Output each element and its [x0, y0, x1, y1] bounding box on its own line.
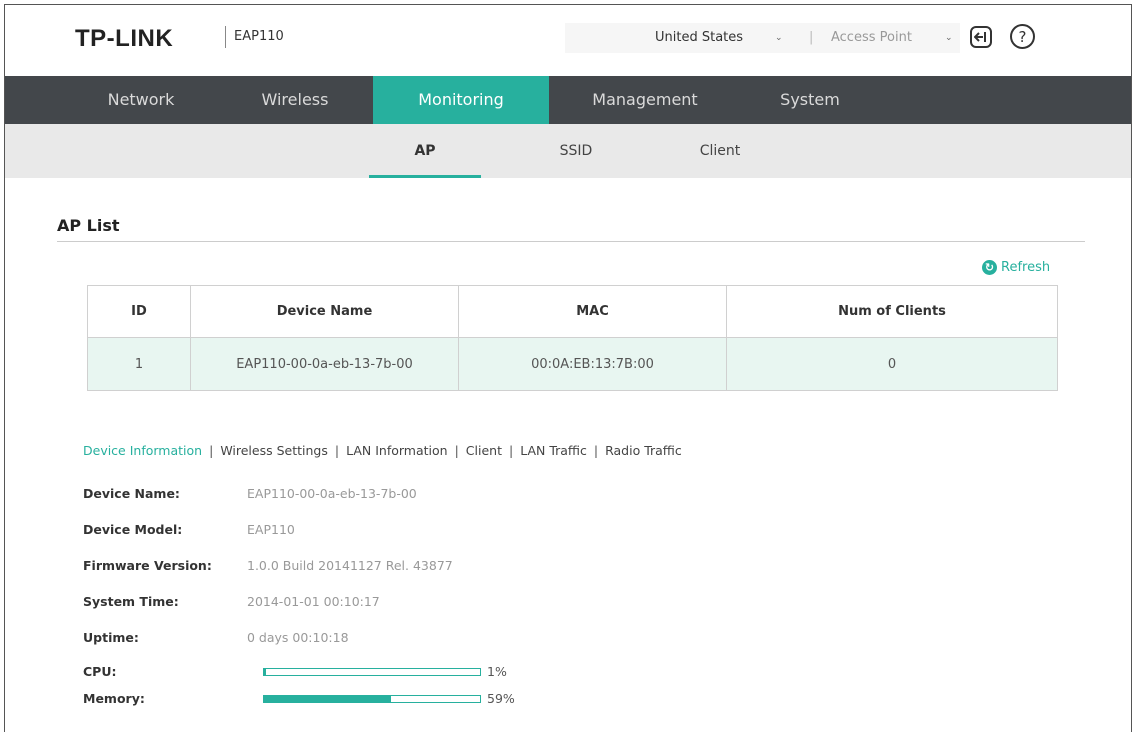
table-header-row: ID Device Name MAC Num of Clients [87, 285, 1058, 338]
sub-nav: AP SSID Client [5, 124, 1131, 178]
help-icon[interactable]: ? [1010, 24, 1035, 49]
detail-tab-lan-information[interactable]: LAN Information [346, 443, 447, 458]
logout-icon[interactable] [970, 26, 992, 48]
logo-divider [225, 26, 226, 48]
cell-device-name: EAP110-00-0a-eb-13-7b-00 [190, 337, 459, 391]
info-label: Device Model: [83, 522, 183, 537]
cpu-usage-percent: 1% [487, 664, 507, 679]
main-nav: Network Wireless Monitoring Management S… [5, 76, 1131, 124]
column-header-id: ID [87, 285, 191, 338]
detail-tab-device-information[interactable]: Device Information [83, 443, 202, 458]
tab-wireless[interactable]: Wireless [225, 76, 365, 124]
column-header-num-clients: Num of Clients [726, 285, 1058, 338]
info-label: Firmware Version: [83, 558, 212, 573]
cell-mac: 00:0A:EB:13:7B:00 [458, 337, 727, 391]
detail-tab-lan-traffic[interactable]: LAN Traffic [520, 443, 587, 458]
info-value: 2014-01-01 00:10:17 [247, 594, 380, 609]
memory-usage-bar [263, 695, 481, 703]
tab-management[interactable]: Management [565, 76, 725, 124]
refresh-button[interactable]: ↻ Refresh [982, 260, 1050, 275]
subtab-client[interactable]: Client [675, 124, 765, 178]
tab-system[interactable]: System [750, 76, 870, 124]
info-label: CPU: [83, 664, 117, 679]
section-title: AP List [57, 216, 120, 235]
cpu-usage-fill [264, 669, 267, 675]
chevron-down-icon[interactable]: ⌄ [945, 33, 953, 43]
country-select[interactable]: United States [655, 30, 743, 45]
header-separator: | [809, 30, 814, 45]
cpu-usage-bar [263, 668, 481, 676]
info-label: System Time: [83, 594, 179, 609]
column-header-device-name: Device Name [190, 285, 459, 338]
cell-num-clients: 0 [726, 337, 1058, 391]
info-value: EAP110 [247, 522, 295, 537]
table-row[interactable]: 1 EAP110-00-0a-eb-13-7b-00 00:0A:EB:13:7… [87, 337, 1058, 391]
brand-logo: TP-LINK [75, 25, 174, 52]
tab-network[interactable]: Network [71, 76, 211, 124]
mode-select[interactable]: Access Point [831, 30, 912, 45]
info-label: Memory: [83, 691, 145, 706]
tab-monitoring[interactable]: Monitoring [373, 76, 549, 124]
detail-tab-client[interactable]: Client [466, 443, 502, 458]
info-label: Uptime: [83, 630, 139, 645]
subtab-ssid[interactable]: SSID [531, 124, 621, 178]
info-value: EAP110-00-0a-eb-13-7b-00 [247, 486, 417, 501]
memory-usage-fill [264, 696, 392, 702]
ap-table: ID Device Name MAC Num of Clients 1 EAP1… [87, 285, 1058, 391]
column-header-mac: MAC [458, 285, 727, 338]
memory-usage-percent: 59% [487, 691, 515, 706]
device-model-label: EAP110 [234, 29, 284, 44]
cell-id: 1 [87, 337, 191, 391]
subtab-ap[interactable]: AP [369, 124, 481, 178]
refresh-icon: ↻ [982, 260, 997, 275]
detail-tab-radio-traffic[interactable]: Radio Traffic [605, 443, 682, 458]
detail-tab-wireless-settings[interactable]: Wireless Settings [220, 443, 328, 458]
section-divider [57, 241, 1085, 242]
detail-tabs: Device Information | Wireless Settings | LAN… [83, 443, 682, 458]
top-header: TP-LINK EAP110 United States ⌄ | Access … [5, 5, 1131, 76]
info-label: Device Name: [83, 486, 180, 501]
app-frame: TP-LINK EAP110 United States ⌄ | Access … [4, 4, 1132, 732]
chevron-down-icon[interactable]: ⌄ [775, 33, 783, 43]
refresh-label: Refresh [1001, 260, 1051, 275]
info-value: 1.0.0 Build 20141127 Rel. 43877 [247, 558, 453, 573]
info-value: 0 days 00:10:18 [247, 630, 349, 645]
